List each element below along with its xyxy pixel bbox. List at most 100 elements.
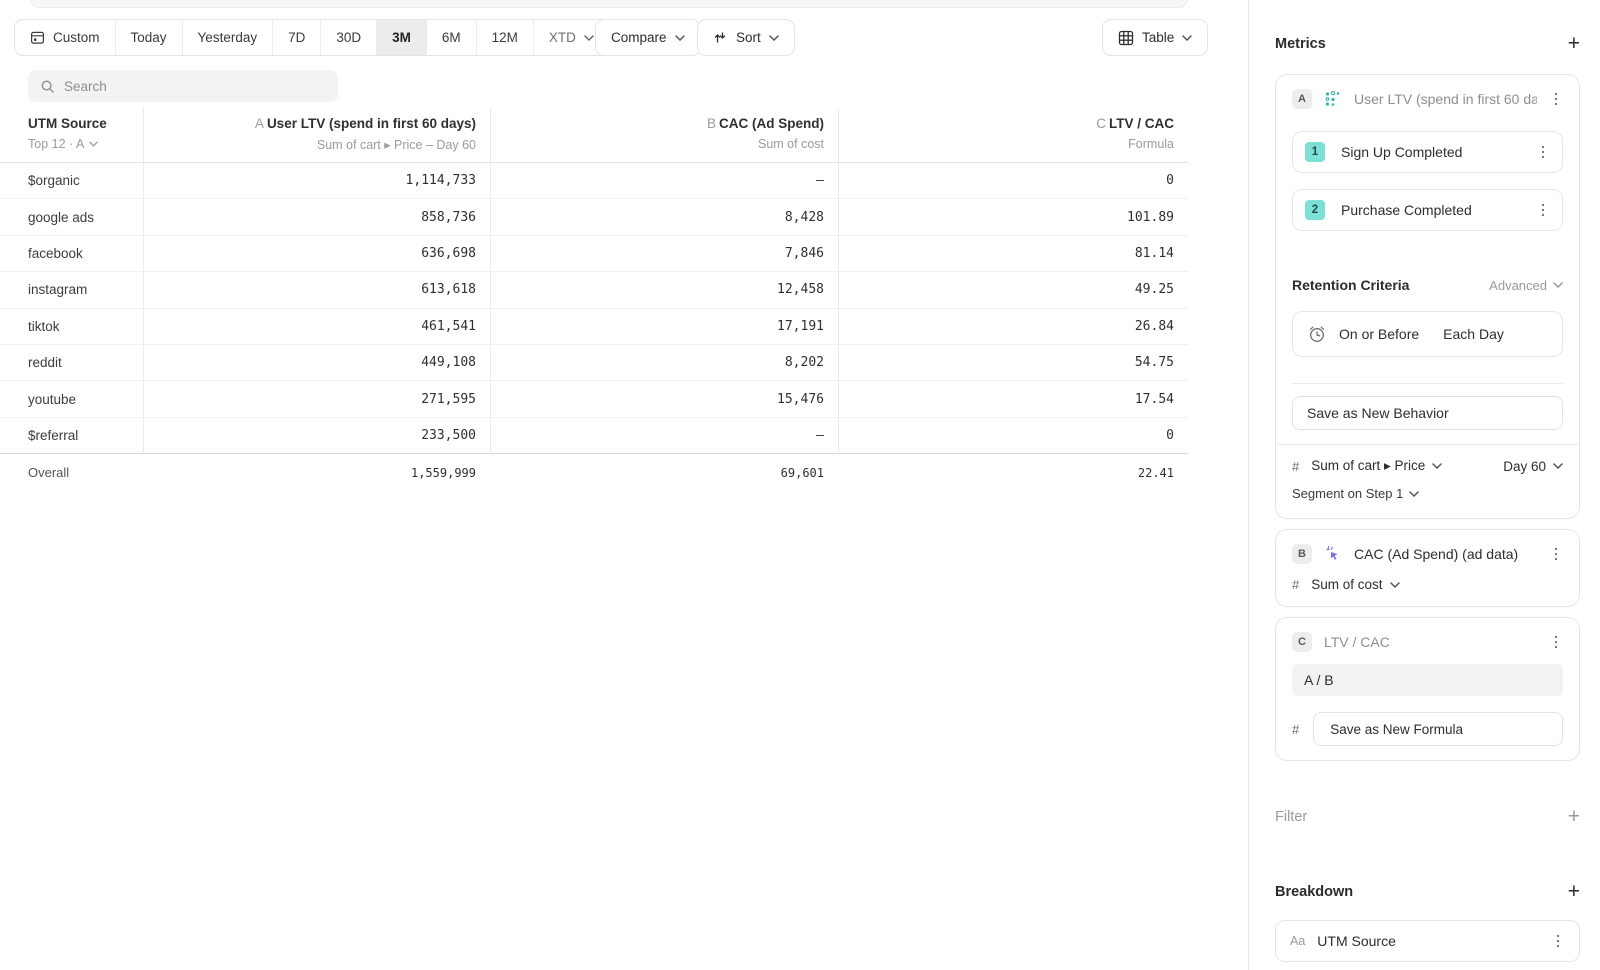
cell-a[interactable]: 461,541: [143, 309, 490, 345]
number-type-icon: #: [1292, 459, 1299, 474]
save-as-new-formula-button[interactable]: Save as New Formula: [1313, 712, 1563, 746]
segment-label: Segment on Step 1: [1292, 486, 1403, 501]
row-label[interactable]: $referral: [0, 418, 143, 454]
step-number-badge: 1: [1305, 142, 1325, 162]
row-label[interactable]: facebook: [0, 236, 143, 272]
step-1-card[interactable]: 1 Sign Up Completed: [1292, 131, 1563, 173]
criteria-operator[interactable]: On or Before: [1339, 326, 1419, 342]
row-label[interactable]: instagram: [0, 272, 143, 308]
overall-label: Overall: [0, 454, 143, 491]
range-label: XTD: [549, 30, 576, 45]
column-title: LTV / CAC: [1109, 116, 1174, 131]
range-yesterday-button[interactable]: Yesterday: [183, 20, 274, 55]
cell-a[interactable]: 271,595: [143, 381, 490, 417]
chevron-down-icon[interactable]: [89, 141, 98, 147]
day-window-dropdown[interactable]: Day 60: [1503, 459, 1546, 474]
cell-b[interactable]: 8,428: [490, 199, 838, 235]
metric-b-header[interactable]: B CAC (Ad Spend) (ad data): [1292, 544, 1563, 564]
column-header-b[interactable]: BCAC (Ad Spend) Sum of cost: [490, 107, 838, 163]
step-label: Sign Up Completed: [1341, 144, 1520, 160]
cell-a[interactable]: 858,736: [143, 199, 490, 235]
kebab-menu-icon[interactable]: [1536, 204, 1550, 217]
measurement-dropdown[interactable]: Sum of cost: [1311, 577, 1382, 592]
add-filter-button[interactable]: +: [1568, 806, 1580, 827]
add-metric-button[interactable]: +: [1568, 33, 1580, 54]
cell-b[interactable]: 17,191: [490, 309, 838, 345]
column-header-c[interactable]: CLTV / CAC Formula: [838, 107, 1188, 163]
calendar-icon: [30, 30, 45, 45]
kebab-menu-icon[interactable]: [1551, 935, 1565, 948]
metric-a-header[interactable]: A User LTV (spend in first 60 da...: [1292, 89, 1563, 109]
add-breakdown-button[interactable]: +: [1568, 881, 1580, 902]
search-icon: [40, 79, 55, 94]
range-today-button[interactable]: Today: [116, 20, 183, 55]
row-label[interactable]: tiktok: [0, 309, 143, 345]
column-subtitle: Top 12 · A: [28, 137, 84, 151]
row-label[interactable]: reddit: [0, 345, 143, 381]
chevron-down-icon: [1409, 491, 1419, 497]
breakdown-item-utm-source[interactable]: Aa UTM Source: [1275, 920, 1580, 962]
alarm-clock-icon: [1307, 324, 1327, 344]
segment-on-step-dropdown[interactable]: Segment on Step 1: [1292, 486, 1563, 501]
cell-c[interactable]: 81.14: [838, 236, 1188, 272]
criteria-frequency[interactable]: Each Day: [1443, 326, 1504, 342]
column-subtitle: Formula: [1128, 137, 1174, 151]
sparkle-cursor-icon: [1324, 545, 1342, 563]
cell-a[interactable]: 1,114,733: [143, 163, 490, 199]
cell-b[interactable]: 12,458: [490, 272, 838, 308]
advanced-dropdown[interactable]: Advanced: [1489, 278, 1563, 293]
kebab-menu-icon[interactable]: [1549, 636, 1563, 649]
kebab-menu-icon[interactable]: [1549, 93, 1563, 106]
metric-c-header[interactable]: C LTV / CAC: [1292, 632, 1563, 652]
column-letter: B: [707, 116, 716, 131]
cell-c[interactable]: 49.25: [838, 272, 1188, 308]
column-title: User LTV (spend in first 60 days): [267, 116, 476, 131]
cell-c[interactable]: 26.84: [838, 309, 1188, 345]
breakdown-table: UTM Source Top 12 · A AUser LTV (spend i…: [0, 107, 1188, 491]
number-type-icon: #: [1292, 577, 1299, 592]
measurement-dropdown[interactable]: Sum of cart ▸ Price: [1311, 458, 1425, 474]
range-custom-button[interactable]: Custom: [15, 20, 116, 55]
cell-c[interactable]: 0: [838, 418, 1188, 454]
save-as-new-behavior-button[interactable]: Save as New Behavior: [1292, 396, 1563, 430]
cell-b[interactable]: 15,476: [490, 381, 838, 417]
compare-button[interactable]: Compare: [595, 19, 701, 56]
kebab-menu-icon[interactable]: [1536, 146, 1550, 159]
kebab-menu-icon[interactable]: [1549, 548, 1563, 561]
cell-a[interactable]: 636,698: [143, 236, 490, 272]
range-6m-button[interactable]: 6M: [427, 20, 477, 55]
chevron-down-icon: [1182, 35, 1192, 41]
row-label[interactable]: google ads: [0, 199, 143, 235]
metric-card-c: C LTV / CAC A / B # Save as New Formula: [1275, 617, 1580, 761]
column-header-utm-source[interactable]: UTM Source Top 12 · A: [0, 107, 143, 163]
search-input[interactable]: [64, 79, 326, 94]
analytics-app: Custom Today Yesterday 7D 30D 3M 6M 12M …: [0, 0, 1600, 970]
range-7d-button[interactable]: 7D: [273, 20, 321, 55]
metric-a-measurement-section: # Sum of cart ▸ Price Day 60 Segment on …: [1276, 444, 1579, 504]
row-label[interactable]: youtube: [0, 381, 143, 417]
row-label[interactable]: $organic: [0, 163, 143, 199]
metric-title: CAC (Ad Spend) (ad data): [1354, 546, 1537, 562]
cell-a[interactable]: 613,618: [143, 272, 490, 308]
number-type-icon: #: [1292, 722, 1299, 737]
overall-a: 1,559,999: [143, 454, 490, 491]
cell-c[interactable]: 17.54: [838, 381, 1188, 417]
cell-b[interactable]: –: [490, 163, 838, 199]
cell-c[interactable]: 101.89: [838, 199, 1188, 235]
table-view-button[interactable]: Table: [1102, 19, 1208, 56]
cell-c[interactable]: 0: [838, 163, 1188, 199]
cell-c[interactable]: 54.75: [838, 345, 1188, 381]
cell-b[interactable]: –: [490, 418, 838, 454]
step-2-card[interactable]: 2 Purchase Completed: [1292, 189, 1563, 231]
cell-a[interactable]: 449,108: [143, 345, 490, 381]
sort-button[interactable]: Sort: [697, 19, 795, 56]
metrics-title: Metrics: [1275, 36, 1326, 52]
cell-b[interactable]: 7,846: [490, 236, 838, 272]
cell-a[interactable]: 233,500: [143, 418, 490, 454]
cell-b[interactable]: 8,202: [490, 345, 838, 381]
formula-input[interactable]: A / B: [1292, 664, 1563, 696]
range-3m-button[interactable]: 3M: [377, 20, 427, 55]
column-header-a[interactable]: AUser LTV (spend in first 60 days) Sum o…: [143, 107, 490, 163]
range-30d-button[interactable]: 30D: [321, 20, 377, 55]
range-12m-button[interactable]: 12M: [477, 20, 534, 55]
